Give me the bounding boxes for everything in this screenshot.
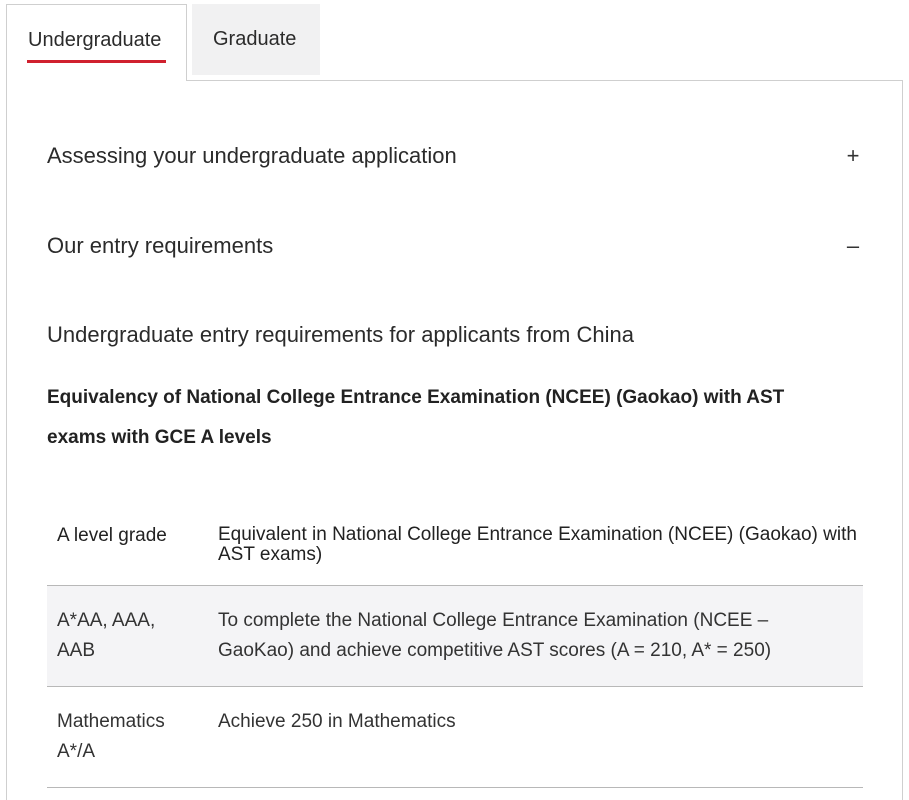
equivalency-table: A level grade Equivalent in National Col… <box>47 515 863 788</box>
table-subtitle: Equivalency of National College Entrance… <box>47 387 785 448</box>
plus-icon[interactable]: + <box>844 143 862 169</box>
accordion-assessing-application[interactable]: Assessing your undergraduate application… <box>47 143 862 183</box>
table-cell-grade: Mathematics A*/A <box>57 711 165 762</box>
table-row: A*AA, AAA, AAB To complete the National … <box>47 586 863 687</box>
tab-graduate[interactable]: Graduate <box>192 4 320 75</box>
table-cell-equivalent: Achieve 250 in Mathematics <box>218 711 456 732</box>
active-tab-indicator <box>27 60 166 63</box>
table-cell-equivalent: To complete the National College Entranc… <box>218 610 772 661</box>
tab-panel: Assessing your undergraduate application… <box>6 80 903 800</box>
accordion-title: Assessing your undergraduate application <box>47 143 457 168</box>
section-title: Undergraduate entry requirements for app… <box>47 322 634 347</box>
table-header-row: A level grade Equivalent in National Col… <box>47 515 863 586</box>
accordion-title: Our entry requirements <box>47 233 274 258</box>
tab-graduate-label: Graduate <box>213 28 297 50</box>
table-row: Mathematics A*/A Achieve 250 in Mathemat… <box>47 687 863 788</box>
column-header-ncee-equivalent: Equivalent in National College Entrance … <box>218 524 857 565</box>
column-header-a-level-grade: A level grade <box>57 525 167 546</box>
tab-undergraduate-label: Undergraduate <box>28 29 162 51</box>
table-cell-grade: A*AA, AAA, AAB <box>57 610 156 661</box>
tab-undergraduate[interactable]: Undergraduate <box>6 4 187 81</box>
accordion-entry-requirements[interactable]: Our entry requirements – <box>47 233 862 273</box>
minus-icon[interactable]: – <box>844 233 862 259</box>
